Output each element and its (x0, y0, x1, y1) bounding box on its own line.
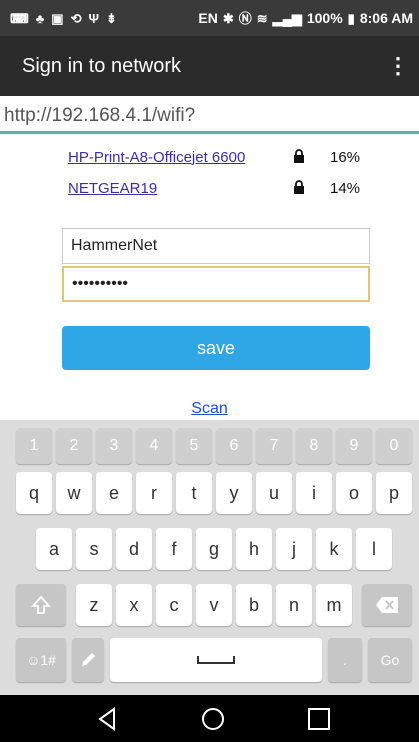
bluetooth-icon: ✱ (222, 10, 234, 26)
app-bar: Sign in to network ⋮ (0, 36, 419, 96)
key-y[interactable]: y (216, 472, 252, 514)
key-k[interactable]: k (316, 528, 352, 570)
network-ssid-link[interactable]: NETGEAR19 (68, 180, 157, 197)
signal-icon: ▂▄▆ (272, 10, 302, 26)
key-4[interactable]: 4 (136, 428, 172, 464)
space-icon (197, 656, 235, 664)
clock: 8:06 AM (359, 10, 413, 26)
battery-percent: 100% (306, 10, 343, 26)
key-p[interactable]: p (376, 472, 412, 514)
key-w[interactable]: w (56, 472, 92, 514)
recents-icon[interactable] (303, 703, 335, 735)
key-9[interactable]: 9 (336, 428, 372, 464)
key-l[interactable]: l (356, 528, 392, 570)
more-vert-icon[interactable]: ⋮ (387, 53, 409, 79)
photo-notification-icon: ▣ (51, 10, 64, 26)
key-7[interactable]: 7 (256, 428, 292, 464)
home-icon[interactable] (197, 703, 229, 735)
keyboard-notification-icon: ⌨ (10, 10, 29, 26)
network-signal: 14% (330, 179, 361, 197)
url-bar (0, 96, 419, 134)
url-input[interactable] (4, 102, 414, 130)
battery-icon: ▮ (347, 10, 355, 26)
backspace-icon (376, 597, 398, 613)
backspace-key[interactable] (362, 584, 412, 626)
pen-icon (82, 653, 95, 666)
key-c[interactable]: c (156, 584, 192, 626)
key-1[interactable]: 1 (16, 428, 52, 464)
key-g[interactable]: g (196, 528, 232, 570)
key-t[interactable]: t (176, 472, 212, 514)
go-key[interactable]: Go (368, 638, 412, 682)
status-icons-left: ⌨ ♣ ▣ ⟲ Ψ ⇟ (10, 12, 117, 25)
download-icon: ⇟ (106, 10, 117, 26)
save-button[interactable]: save (62, 326, 370, 370)
status-icons-right: EN ✱ Ⓝ ≋ ▂▄▆ 100% ▮ 8:06 AM (198, 10, 413, 26)
key-z[interactable]: z (76, 584, 112, 626)
key-q[interactable]: q (16, 472, 52, 514)
key-r[interactable]: r (136, 472, 172, 514)
key-v[interactable]: v (196, 584, 232, 626)
period-key[interactable]: . (328, 638, 362, 682)
key-m[interactable]: m (316, 584, 352, 626)
language-indicator: EN (198, 10, 218, 26)
shift-icon (31, 595, 51, 614)
period-glyph: . (343, 652, 347, 668)
key-h[interactable]: h (236, 528, 272, 570)
key-x[interactable]: x (116, 584, 152, 626)
key-a[interactable]: a (36, 528, 72, 570)
symbols-key[interactable]: ☺1# (16, 638, 66, 682)
network-signal: 16% (330, 148, 361, 166)
key-s[interactable]: s (76, 528, 112, 570)
key-n[interactable]: n (276, 584, 312, 626)
key-o[interactable]: o (336, 472, 372, 514)
key-3[interactable]: 3 (96, 428, 132, 464)
key-d[interactable]: d (116, 528, 152, 570)
status-bar: ⌨ ♣ ▣ ⟲ Ψ ⇟ EN ✱ Ⓝ ≋ ▂▄▆ 100% ▮ 8:06 AM (0, 0, 419, 36)
network-ssid-link[interactable]: HP-Print-A8-Officejet 6600 (68, 149, 245, 166)
network-item: NETGEAR19 14% (68, 176, 368, 200)
sync-icon: ⟲ (70, 10, 82, 26)
key-8[interactable]: 8 (296, 428, 332, 464)
handwriting-key[interactable] (72, 638, 104, 682)
key-e[interactable]: e (96, 472, 132, 514)
wifi-icon: ≋ (256, 10, 268, 26)
key-f[interactable]: f (156, 528, 192, 570)
lock-icon (294, 180, 304, 194)
shift-key[interactable] (16, 584, 66, 626)
usb-icon: Ψ (88, 10, 100, 26)
page-title: Sign in to network (22, 54, 181, 77)
key-2[interactable]: 2 (56, 428, 92, 464)
password-input[interactable] (62, 266, 370, 302)
key-j[interactable]: j (276, 528, 312, 570)
ssid-input[interactable] (62, 228, 370, 264)
scan-link[interactable]: Scan (0, 400, 419, 418)
soft-keyboard: 1 2 3 4 5 6 7 8 9 0 q w e r t y u i o p … (0, 420, 419, 695)
key-u[interactable]: u (256, 472, 292, 514)
key-5[interactable]: 5 (176, 428, 212, 464)
key-0[interactable]: 0 (376, 428, 412, 464)
lock-icon (294, 149, 304, 163)
network-item: HP-Print-A8-Officejet 6600 16% (68, 145, 368, 169)
key-6[interactable]: 6 (216, 428, 252, 464)
key-i[interactable]: i (296, 472, 332, 514)
app-notification-icon: ♣ (35, 10, 45, 26)
nfc-icon: Ⓝ (238, 10, 252, 26)
navigation-bar (0, 695, 419, 742)
space-key[interactable] (110, 638, 322, 682)
back-icon[interactable] (92, 703, 124, 735)
key-b[interactable]: b (236, 584, 272, 626)
